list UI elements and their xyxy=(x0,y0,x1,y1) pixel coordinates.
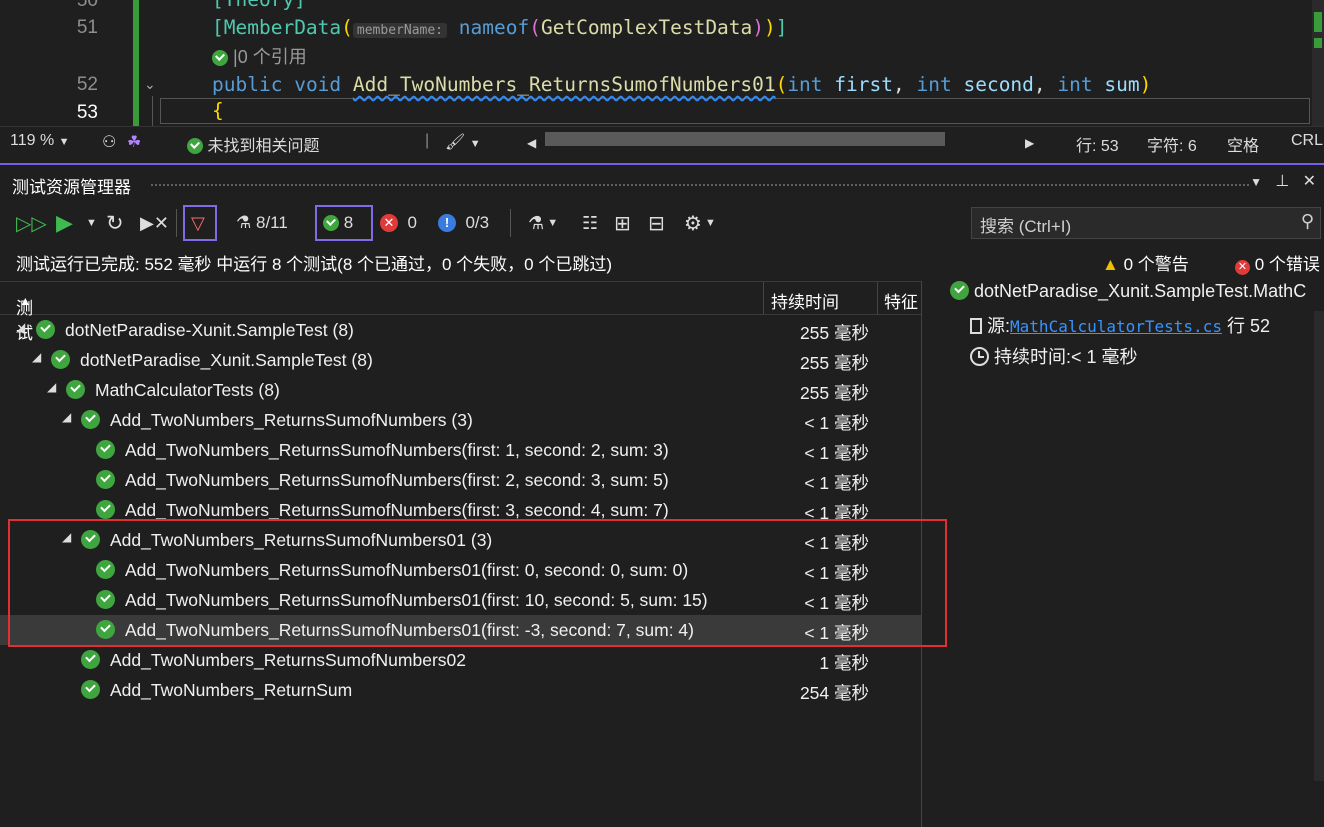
filter-failed-icon[interactable]: ▽ xyxy=(183,205,217,241)
failed-icon: ✕ xyxy=(380,214,398,232)
zoom-dropdown[interactable]: 119 % ▼ xyxy=(10,132,70,150)
inline-parameter-hint: memberName: xyxy=(352,23,447,38)
status-separator: | xyxy=(425,132,430,149)
current-line-highlight xyxy=(160,98,1310,124)
tree-row[interactable]: ◢ dotNetParadise-Xunit.SampleTest (8) 255… xyxy=(0,315,921,345)
passed-icon xyxy=(96,500,115,519)
panel-window-controls: ▼ ⊥ ✕ xyxy=(1250,171,1316,191)
errors-count[interactable]: ✕ 0 个错误 xyxy=(1235,250,1320,275)
run-all-tests-icon[interactable]: ▷▷ xyxy=(16,205,47,241)
pin-icon[interactable]: ⊥ xyxy=(1275,173,1289,190)
column-traits[interactable]: 特征 xyxy=(884,288,918,313)
run-tests-icon[interactable]: ▶ xyxy=(56,205,73,241)
search-icon: ⚲ xyxy=(1300,211,1314,231)
tree-header: 测试 ▲ 持续时间 特征 xyxy=(0,281,921,343)
line-number-current: 53 xyxy=(76,102,98,123)
intellicode-icon[interactable]: ☘ xyxy=(127,132,141,152)
code-line-method-signature[interactable]: public void Add_TwoNumbers_ReturnsSumofN… xyxy=(212,73,1151,96)
passed-icon xyxy=(81,650,100,669)
change-indicator-bar xyxy=(133,0,139,126)
skipped-tests-filter[interactable]: ! 0/3 xyxy=(438,205,489,241)
warnings-count[interactable]: ▲ 0 个警告 xyxy=(1102,250,1189,275)
details-source: 源:MathCalculatorTests.cs 行 52 xyxy=(970,312,1270,338)
passed-icon xyxy=(66,380,85,399)
tree-row[interactable]: Add_TwoNumbers_ReturnsSumofNumbers(first… xyxy=(0,465,921,495)
highlight-box xyxy=(8,519,947,647)
expand-all-icon[interactable]: ⊞ xyxy=(614,205,631,241)
passed-icon xyxy=(36,320,55,339)
issues-indicator[interactable]: 未找到相关问题 xyxy=(187,132,319,156)
run-dropdown-chevron-icon[interactable]: ▼ xyxy=(86,205,97,241)
failed-tests-filter[interactable]: ✕ 0 xyxy=(380,205,417,241)
details-title: dotNetParadise_Xunit.SampleTest.MathC xyxy=(950,281,1306,302)
skipped-icon: ! xyxy=(438,214,456,232)
passed-icon xyxy=(51,350,70,369)
passed-icon xyxy=(323,215,339,231)
no-issues-icon xyxy=(187,138,203,154)
total-tests-filter[interactable]: ⚗ 8/11 xyxy=(236,205,288,241)
passed-icon xyxy=(81,410,100,429)
collapse-all-icon[interactable]: ⊟ xyxy=(648,205,665,241)
code-editor[interactable]: 50 51 52 53 [Theory] [MemberData(memberN… xyxy=(0,0,1324,126)
cleanup-brush-icon[interactable]: 🖌 ▼ xyxy=(445,132,481,152)
code-line-open-brace[interactable]: { xyxy=(212,99,224,122)
tree-row[interactable]: ◢ MathCalculatorTests (8) 255 毫秒 xyxy=(0,375,921,405)
close-icon[interactable]: ✕ xyxy=(1303,173,1316,190)
tree-row[interactable]: ◢ Add_TwoNumbers_ReturnsSumofNumbers (3)… xyxy=(0,405,921,435)
passed-icon xyxy=(96,440,115,459)
horizontal-scrollbar[interactable] xyxy=(545,132,945,146)
code-line-memberdata[interactable]: [MemberData(memberName: nameof(GetComple… xyxy=(212,16,788,39)
test-passed-icon xyxy=(212,50,228,66)
test-details-pane: dotNetParadise_Xunit.SampleTest.MathC 源:… xyxy=(926,281,1324,827)
indent-guide xyxy=(152,96,153,126)
passed-icon xyxy=(96,470,115,489)
line-ending-indicator[interactable]: CRLF xyxy=(1291,132,1324,150)
tree-row[interactable]: Add_TwoNumbers_ReturnsSumofNumbers02 1 毫秒 xyxy=(0,645,921,675)
details-duration: 持续时间:< 1 毫秒 xyxy=(970,343,1138,369)
passed-tests-filter[interactable]: 8 xyxy=(315,205,373,241)
scroll-left-icon[interactable]: ◀ xyxy=(527,136,536,150)
run-summary-text: 测试运行已完成: 552 毫秒 中运行 8 个测试(8 个已通过，0 个失败，0… xyxy=(16,255,613,274)
line-number: 50 xyxy=(76,0,98,11)
editor-status-bar: 119 % ▼ ⚇ ☘ 未找到相关问题 | 🖌 ▼ ◀ ▶ 行: 53 字符: … xyxy=(0,126,1324,157)
line-indicator[interactable]: 行: 53 xyxy=(1076,132,1119,156)
search-input[interactable]: 搜索 (Ctrl+I) ⚲ xyxy=(971,207,1321,239)
details-scrollbar[interactable] xyxy=(1314,311,1324,781)
group-by-icon[interactable]: ☷ xyxy=(582,205,598,241)
repeat-last-run-icon[interactable]: ↻ xyxy=(106,205,124,241)
warning-icon: ▲ xyxy=(1102,255,1119,274)
char-indicator[interactable]: 字符: 6 xyxy=(1147,132,1197,156)
clock-icon xyxy=(970,347,989,366)
codelens-references[interactable]: |0 个引用 xyxy=(212,43,307,69)
cancel-run-icon[interactable]: ▶✕ xyxy=(140,205,169,241)
tree-row[interactable]: Add_TwoNumbers_ReturnsSumofNumbers(first… xyxy=(0,435,921,465)
error-icon: ✕ xyxy=(1235,260,1250,275)
copilot-icon[interactable]: ⚇ xyxy=(102,132,116,152)
panel-dropdown-icon[interactable]: ▼ xyxy=(1250,175,1262,189)
column-duration[interactable]: 持续时间 xyxy=(771,288,839,313)
document-icon xyxy=(970,318,982,334)
panel-title: 测试资源管理器 xyxy=(12,178,131,197)
flask-icon: ⚗ xyxy=(236,213,252,232)
passed-icon xyxy=(950,281,969,300)
tree-row[interactable]: ◢ dotNetParadise_Xunit.SampleTest (8) 255… xyxy=(0,345,921,375)
panel-grip xyxy=(150,183,1250,187)
test-explorer-panel: 测试资源管理器 ▼ ⊥ ✕ ▷▷ ▶ ▼ ↻ ▶✕ ▽ ⚗ 8/11 8 ✕ 0… xyxy=(0,163,1324,827)
passed-icon xyxy=(81,680,100,699)
whitespace-indicator[interactable]: 空格 xyxy=(1227,132,1259,156)
source-file-link[interactable]: MathCalculatorTests.cs xyxy=(1010,317,1222,336)
scroll-right-icon[interactable]: ▶ xyxy=(1025,136,1034,150)
code-line-attribute-theory[interactable]: [Theory] xyxy=(212,0,306,11)
line-number: 51 xyxy=(76,17,98,38)
collapse-chevron-icon[interactable]: ⌄ xyxy=(144,76,156,93)
test-explorer-toolbar: ▷▷ ▶ ▼ ↻ ▶✕ ▽ ⚗ 8/11 8 ✕ 0 ! 0/3 ⚗ ▼ ☷ ⊞… xyxy=(0,205,1324,245)
editor-scrollbar[interactable] xyxy=(1312,0,1324,126)
playlist-icon[interactable]: ⚗ ▼ xyxy=(528,205,558,241)
tree-row[interactable]: Add_TwoNumbers_ReturnSum 254 毫秒 xyxy=(0,675,921,705)
settings-gear-icon[interactable]: ⚙ ▼ xyxy=(684,205,716,241)
line-number: 52 xyxy=(76,74,98,95)
